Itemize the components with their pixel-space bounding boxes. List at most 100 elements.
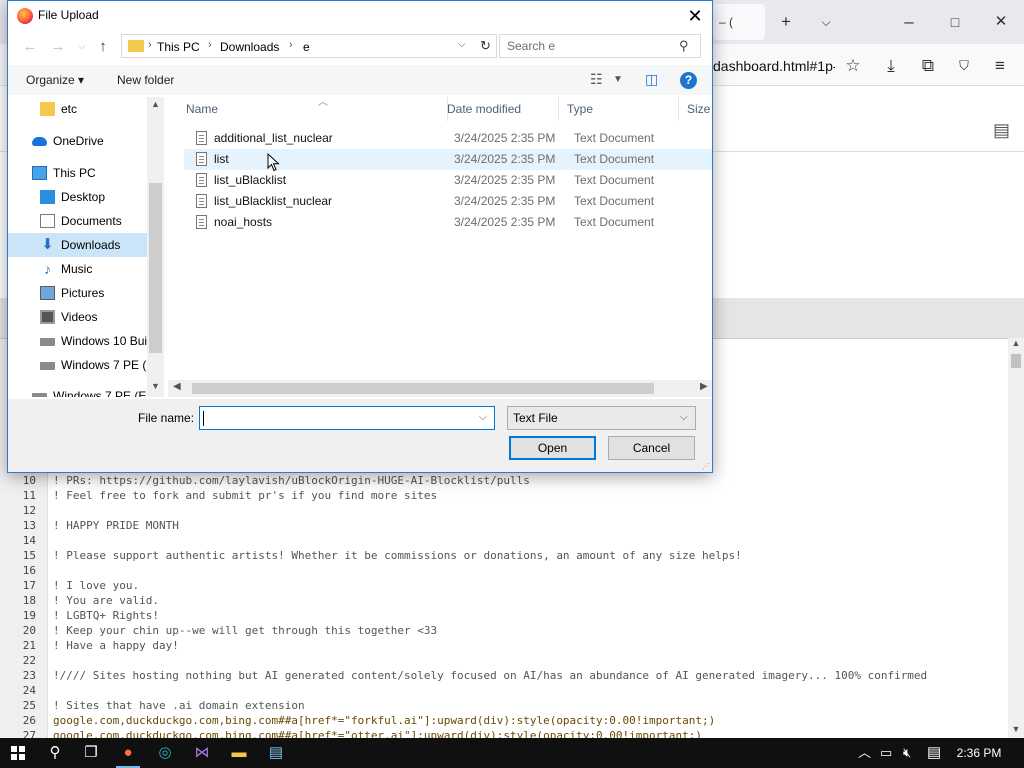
nav-item[interactable]: etc: [8, 97, 148, 121]
notifications-icon[interactable]: ▤: [927, 738, 941, 768]
search-icon[interactable]: ⚲: [37, 738, 73, 768]
back-arrow-icon[interactable]: ←: [20, 37, 40, 57]
cancel-button[interactable]: Cancel: [608, 436, 695, 460]
line-text[interactable]: ! Sites that have .ai domain extension: [53, 698, 305, 713]
file-name-input[interactable]: [202, 408, 472, 428]
new-folder-button[interactable]: New folder: [117, 73, 174, 87]
nav-item[interactable]: OneDrive: [8, 129, 148, 153]
view-options-icon[interactable]: ☷: [590, 71, 603, 88]
scroll-up-icon[interactable]: ▲: [1008, 338, 1024, 348]
nav-item[interactable]: Videos: [8, 305, 148, 329]
help-icon[interactable]: ?: [680, 72, 697, 89]
file-explorer-icon[interactable]: ▬: [221, 738, 257, 768]
scroll-up-icon[interactable]: ▲: [147, 99, 164, 109]
file-name-field[interactable]: ⌵: [199, 406, 495, 430]
bookmark-star-icon[interactable]: ☆: [839, 52, 867, 80]
refresh-icon[interactable]: ↻: [475, 34, 497, 58]
hscroll-thumb[interactable]: [192, 383, 654, 394]
up-arrow-icon[interactable]: ↑: [93, 37, 113, 57]
chevron-down-icon[interactable]: ⌵: [680, 407, 688, 429]
organize-button[interactable]: Organize ▾: [26, 73, 84, 87]
nav-item[interactable]: Desktop: [8, 185, 148, 209]
line-text[interactable]: ! Have a happy day!: [53, 638, 179, 653]
file-row[interactable]: additional_list_nuclear 3/24/2025 2:35 PM…: [184, 128, 712, 149]
line-text[interactable]: google.com,duckduckgo.com,bing.com##a[hr…: [53, 713, 715, 728]
line-text[interactable]: ! I love you.: [53, 578, 139, 593]
start-button[interactable]: [0, 738, 36, 768]
nav-item[interactable]: Documents: [8, 209, 148, 233]
nav-item[interactable]: Windows 7 PE (E: [8, 353, 148, 377]
breadcrumb-downloads[interactable]: Downloads: [220, 40, 279, 54]
downloads-icon[interactable]: ⤓: [877, 52, 905, 80]
extensions-icon[interactable]: ⧉: [914, 52, 942, 80]
preview-pane-icon[interactable]: ◫: [645, 71, 658, 88]
scroll-left-icon[interactable]: ◀: [173, 381, 181, 392]
column-header-size[interactable]: Size: [679, 97, 719, 121]
browser-icon[interactable]: ◎: [147, 738, 183, 768]
scroll-down-icon[interactable]: ▼: [147, 381, 164, 391]
file-row[interactable]: list 3/24/2025 2:35 PM Text Document: [184, 149, 712, 170]
chevron-down-icon[interactable]: ⌵: [458, 39, 466, 50]
recent-locations-icon[interactable]: ⌵: [72, 37, 92, 57]
nav-item[interactable]: Windows 10 Buil: [8, 329, 148, 353]
file-row[interactable]: noai_hosts 3/24/2025 2:35 PM Text Document: [184, 212, 712, 233]
scroll-right-icon[interactable]: ▶: [700, 381, 708, 392]
line-text[interactable]: !//// Sites hosting nothing but AI gener…: [53, 668, 927, 683]
chevron-up-icon[interactable]: ︿: [858, 738, 871, 768]
search-icon[interactable]: ⚲: [679, 38, 689, 54]
line-text[interactable]: ! PRs: https://github.com/laylavish/uBlo…: [53, 473, 530, 488]
file-type-select[interactable]: Text File ⌵: [507, 406, 696, 430]
ublock-shield-icon[interactable]: ⛉: [950, 52, 978, 80]
line-text[interactable]: ! You are valid.: [53, 593, 159, 608]
breadcrumb-e[interactable]: e: [303, 40, 310, 54]
editor-scrollbar[interactable]: ▲ ▼: [1008, 338, 1024, 740]
resize-grip-icon[interactable]: ⋰: [702, 462, 710, 471]
browser-tab[interactable]: – (: [713, 4, 765, 40]
chevron-right-icon[interactable]: ›: [289, 39, 293, 51]
file-row[interactable]: list_uBlacklist 3/24/2025 2:35 PM Text Doc…: [184, 170, 712, 191]
minimize-button[interactable]: –: [895, 8, 923, 36]
book-icon[interactable]: ▤: [993, 120, 1010, 141]
visual-studio-icon[interactable]: ⋈: [184, 738, 220, 768]
open-button[interactable]: Open: [509, 436, 596, 460]
chevron-right-icon[interactable]: ›: [208, 39, 212, 51]
taskbar-clock[interactable]: 2:36 PM: [952, 738, 1006, 768]
url-bar[interactable]: dashboard.html#1p-: [713, 52, 835, 80]
line-text[interactable]: ! Keep your chin up--we will get through…: [53, 623, 437, 638]
firefox-icon[interactable]: ●: [110, 738, 146, 768]
file-row[interactable]: list_uBlacklist_nuclear 3/24/2025 2:35 PM…: [184, 191, 712, 212]
close-browser-button[interactable]: ✕: [987, 8, 1015, 36]
task-view-icon[interactable]: ❐: [73, 738, 109, 768]
new-tab-icon[interactable]: +: [772, 8, 800, 36]
file-list-hscrollbar[interactable]: ◀ ▶: [168, 380, 712, 397]
nav-scrollbar[interactable]: ▲ ▼: [147, 97, 164, 397]
tab-list-icon[interactable]: ⌵: [812, 8, 840, 36]
forward-arrow-icon[interactable]: →: [48, 37, 68, 57]
close-icon[interactable]: ✕: [680, 3, 710, 29]
nav-item[interactable]: Windows 7 PE (E:): [8, 384, 148, 397]
scroll-thumb[interactable]: [1011, 354, 1021, 368]
nav-scroll-thumb[interactable]: [149, 183, 162, 353]
chevron-right-icon[interactable]: ›: [148, 39, 152, 51]
search-input[interactable]: [500, 35, 676, 57]
chevron-down-icon[interactable]: ▼: [613, 74, 623, 85]
notepad-icon[interactable]: ▤: [258, 738, 294, 768]
nav-item[interactable]: Pictures: [8, 281, 148, 305]
column-header-name[interactable]: Name ︿: [178, 97, 448, 121]
nav-item[interactable]: This PC: [8, 161, 148, 185]
line-text[interactable]: ! Please support authentic artists! Whet…: [53, 548, 742, 563]
column-header-type[interactable]: Type: [559, 97, 679, 121]
nav-item[interactable]: ♪ Music: [8, 257, 148, 281]
maximize-button[interactable]: □: [941, 8, 969, 36]
line-text[interactable]: ! LGBTQ+ Rights!: [53, 608, 159, 623]
column-header-date[interactable]: Date modified: [439, 97, 559, 121]
line-text[interactable]: ! Feel free to fork and submit pr's if y…: [53, 488, 437, 503]
line-text[interactable]: ! HAPPY PRIDE MONTH: [53, 518, 179, 533]
nav-item[interactable]: ⬇ Downloads: [8, 233, 148, 257]
menu-icon[interactable]: ≡: [986, 52, 1014, 80]
network-icon[interactable]: ▭: [880, 738, 892, 768]
search-box[interactable]: ⚲: [499, 34, 701, 58]
scroll-down-icon[interactable]: ▼: [1008, 724, 1024, 734]
address-bar[interactable]: › This PC › Downloads › e ⌵: [121, 34, 477, 58]
chevron-down-icon[interactable]: ⌵: [479, 412, 487, 423]
